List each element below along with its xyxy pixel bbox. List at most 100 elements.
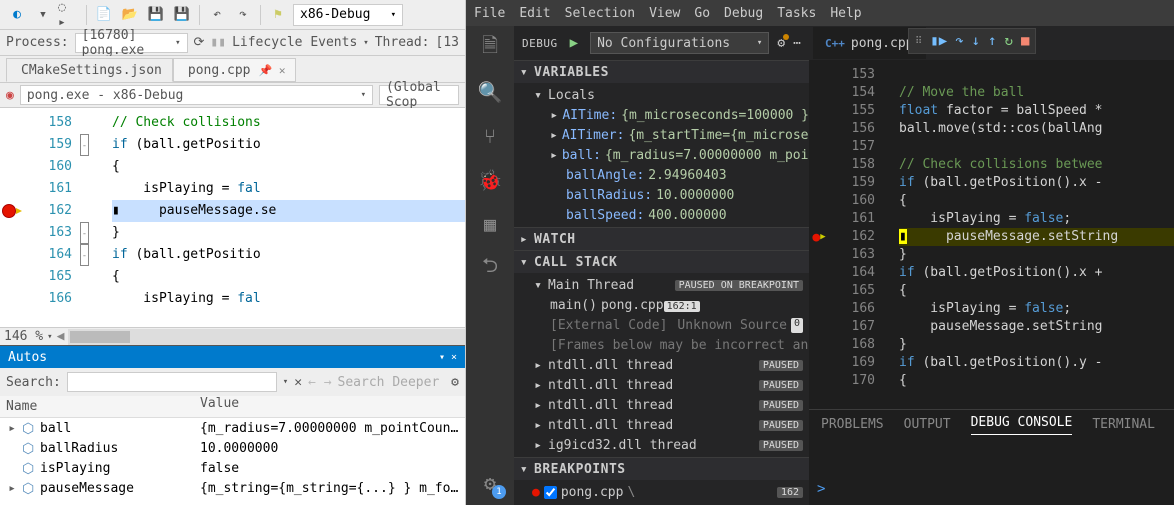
menu-help[interactable]: Help: [830, 6, 861, 21]
callstack-section[interactable]: ▾CALL STACK: [514, 251, 809, 273]
stack-frame[interactable]: ▸ntdll.dll threadPAUSED: [514, 355, 809, 375]
menu-edit[interactable]: Edit: [519, 6, 550, 21]
line-number-gutter: 158159160161162163164165166: [32, 108, 80, 327]
menu-file[interactable]: File: [474, 6, 505, 21]
visual-studio-window: ◐ ▼ ◌ ▸ 📄 📂 💾 💾 ↶ ↷ ⚑ x86-Debug ▾ Proces…: [0, 0, 466, 505]
vs-debug-target-bar: Process: [16780] pong.exe ▾ ⟳ ▮▮ Lifecyc…: [0, 30, 465, 56]
breakpoint-row[interactable]: ● pong.cpp \162: [514, 482, 809, 502]
stack-frame[interactable]: ▸ig9icd32.dll threadPAUSED: [514, 435, 809, 455]
horizontal-scrollbar[interactable]: [68, 329, 465, 345]
save-icon[interactable]: 💾: [145, 4, 167, 26]
variable-row[interactable]: ballAngle: 2.94960403: [514, 165, 809, 185]
search-icon[interactable]: 🔍: [476, 78, 504, 106]
variable-row[interactable]: ▸AITimer: {m_startTime={m_microsecond…: [514, 125, 809, 145]
variable-row[interactable]: ballSpeed: 400.000000: [514, 205, 809, 225]
debug-config-select[interactable]: No Configurations ▾: [590, 32, 769, 54]
watch-section[interactable]: ▸WATCH: [514, 228, 809, 250]
stack-frame[interactable]: ▸ntdll.dll threadPAUSED: [514, 375, 809, 395]
search-deeper[interactable]: Search Deeper: [338, 375, 440, 390]
debug-icon[interactable]: 🐞: [476, 166, 504, 194]
redo-icon[interactable]: ↷: [232, 4, 254, 26]
stop-icon[interactable]: ■: [1021, 33, 1029, 49]
stack-frame[interactable]: [Frames below may be incorrect and/or: [514, 335, 809, 355]
col-value[interactable]: Value: [200, 396, 465, 417]
autos-header[interactable]: Autos ▾ ×: [0, 346, 465, 368]
panel-tab-terminal[interactable]: TERMINAL: [1092, 417, 1155, 432]
settings-gear-icon[interactable]: ⚙1: [476, 469, 504, 497]
drag-grip-icon[interactable]: ⠿: [915, 36, 922, 47]
variable-row[interactable]: ▸AITime: {m_microseconds=100000 }: [514, 105, 809, 125]
flag-icon[interactable]: ⚑: [267, 4, 289, 26]
debug-console-panel[interactable]: [809, 439, 1174, 505]
variable-row[interactable]: ▸ball: {m_radius=7.00000000 m_pointCo…: [514, 145, 809, 165]
debug-sidebar: DEBUG ▶ No Configurations ▾ ⚙ ⋯ ▾VARIABL…: [514, 26, 809, 505]
bp-checkbox[interactable]: [544, 486, 557, 499]
save-all-icon[interactable]: 💾: [171, 4, 193, 26]
col-name[interactable]: Name: [0, 396, 200, 417]
refresh-icon[interactable]: ⟳: [194, 35, 205, 50]
panel-tab-output[interactable]: OUTPUT: [904, 417, 951, 432]
tab-CMakeSettings.json[interactable]: CMakeSettings.json: [6, 58, 173, 82]
settings-icon[interactable]: ⚙: [451, 375, 459, 390]
menu-go[interactable]: Go: [694, 6, 710, 21]
menu-tasks[interactable]: Tasks: [777, 6, 816, 21]
vscode-editor[interactable]: ●▶ 1531541551561571581591601611621631641…: [809, 60, 1174, 409]
build-config-select[interactable]: x86-Debug ▾: [293, 4, 403, 26]
vs-code-editor[interactable]: 158159160161162163164165166 --- // Check…: [0, 108, 465, 327]
tab-pong.cpp[interactable]: pong.cpp 📌 ✕: [173, 58, 297, 82]
breakpoints-section[interactable]: ▾BREAKPOINTS: [514, 458, 809, 480]
stack-frame[interactable]: ▸ntdll.dll threadPAUSED: [514, 415, 809, 435]
autos-row[interactable]: ▸ball{m_radius=7.00000000 m_pointCount=3…: [0, 418, 465, 438]
locals-node[interactable]: ▾Locals: [514, 85, 809, 105]
zoom-level[interactable]: 146 %: [0, 329, 47, 344]
stack-frame[interactable]: ▸ntdll.dll threadPAUSED: [514, 395, 809, 415]
variable-row[interactable]: ballRadius: 10.0000000: [514, 185, 809, 205]
lifecycle-events[interactable]: Lifecycle Events: [232, 35, 357, 50]
source-control-icon[interactable]: ⑂: [476, 122, 504, 150]
step-out-icon[interactable]: ↑: [988, 33, 996, 49]
target-select[interactable]: pong.exe - x86-Debug▾: [20, 85, 373, 105]
explorer-icon[interactable]: 🗎: [476, 34, 504, 62]
menu-selection[interactable]: Selection: [565, 6, 635, 21]
process-select[interactable]: [16780] pong.exe ▾: [75, 33, 188, 53]
extensions-icon[interactable]: ▦: [476, 210, 504, 238]
stack-frame[interactable]: [External Code]Unknown Source0: [514, 315, 809, 335]
restart-icon[interactable]: ↻: [1005, 33, 1013, 49]
panel-tab-problems[interactable]: PROBLEMS: [821, 417, 884, 432]
vs-zoom-scroll: 146 % ▾ ◀: [0, 327, 465, 345]
variables-section[interactable]: ▾VARIABLES: [514, 61, 809, 83]
process-label: Process:: [6, 35, 69, 50]
open-file-icon[interactable]: 📂: [119, 4, 141, 26]
back-dd-icon[interactable]: ▼: [32, 4, 54, 26]
start-debug-icon[interactable]: ▶: [566, 35, 582, 51]
panel-tabs: PROBLEMS OUTPUT DEBUG CONSOLE TERMINAL: [809, 409, 1174, 439]
build-config-text: x86-Debug: [300, 7, 370, 22]
autos-row[interactable]: isPlayingfalse: [0, 458, 465, 478]
stack-frame[interactable]: main()pong.cpp162:1: [514, 295, 809, 315]
share-icon[interactable]: ⮌: [476, 254, 504, 282]
activity-bar: 🗎 🔍 ⑂ 🐞 ▦ ⮌ ⚙1: [466, 26, 514, 505]
vs-editor-tabs: CMakeSettings.jsonpong.cpp 📌 ✕: [0, 56, 465, 82]
vscode-window: File Edit Selection View Go Debug Tasks Help 🗎 …: [466, 0, 1174, 505]
clear-search-icon[interactable]: ✕: [294, 375, 302, 390]
step-into-icon[interactable]: ↓: [972, 33, 980, 49]
breakpoint-icon[interactable]: [2, 204, 16, 218]
vscode-menu-bar: File Edit Selection View Go Debug Tasks Help: [466, 0, 1174, 26]
new-file-icon[interactable]: 📄: [93, 4, 115, 26]
menu-debug[interactable]: Debug: [724, 6, 763, 21]
config-gear-icon[interactable]: ⚙: [777, 36, 785, 51]
undo-icon[interactable]: ↶: [206, 4, 228, 26]
menu-view[interactable]: View: [649, 6, 680, 21]
autos-row[interactable]: ballRadius10.0000000: [0, 438, 465, 458]
nav-back-icon[interactable]: ◐: [6, 4, 28, 26]
nav-fwd-icon[interactable]: ◌ ▸: [58, 4, 80, 26]
stack-frame[interactable]: ▾Main ThreadPAUSED ON BREAKPOINT: [514, 275, 809, 295]
autos-search-input[interactable]: [67, 372, 277, 392]
panel-tab-debug-console[interactable]: DEBUG CONSOLE: [971, 415, 1073, 435]
debug-floating-toolbar[interactable]: ⠿ ▮▶ ↷ ↓ ↑ ↻ ■: [908, 28, 1036, 54]
continue-icon[interactable]: ▮▶: [930, 33, 947, 49]
scope-select[interactable]: (Global Scop: [379, 85, 459, 105]
step-over-icon[interactable]: ↷: [955, 33, 963, 49]
more-icon[interactable]: ⋯: [793, 36, 801, 51]
autos-row[interactable]: ▸pauseMessage{m_string={m_string={...} }…: [0, 478, 465, 498]
